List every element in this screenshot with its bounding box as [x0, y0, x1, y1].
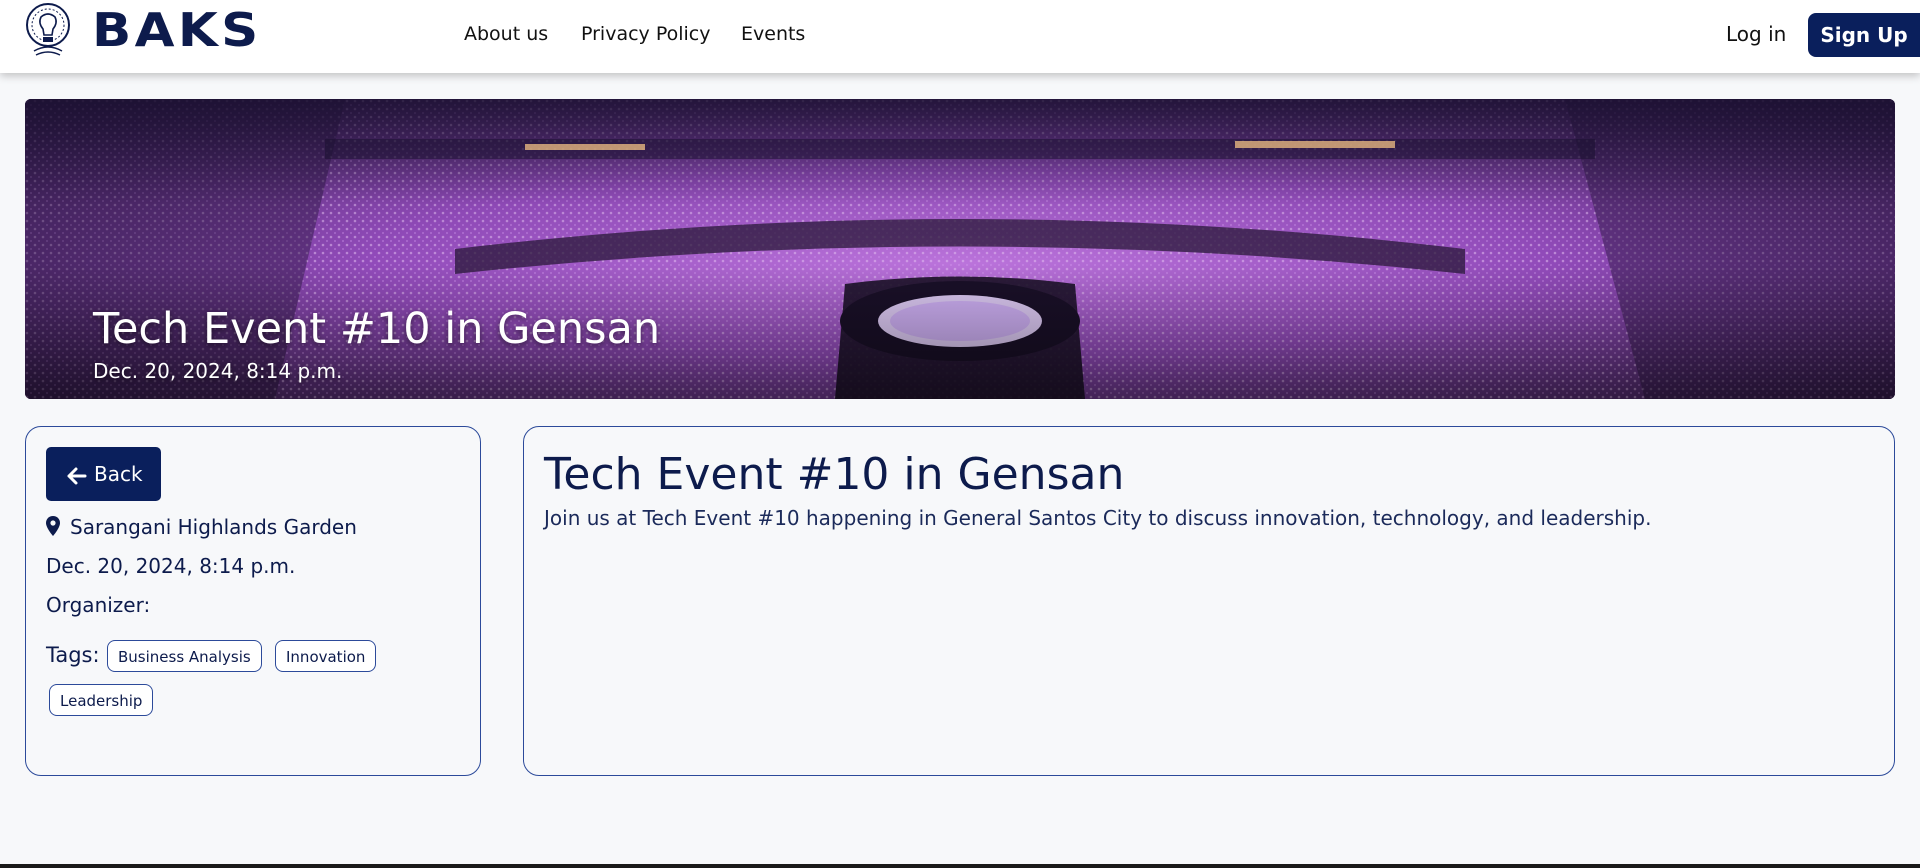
event-description-card: Tech Event #10 in Gensan Join us at Tech… [523, 426, 1895, 776]
event-description: Join us at Tech Event #10 happening in G… [544, 506, 1652, 530]
event-title: Tech Event #10 in Gensan [544, 449, 1125, 500]
back-button[interactable]: Back [46, 447, 161, 501]
nav-events[interactable]: Events [741, 21, 805, 47]
organizer-label: Organizer: [46, 593, 151, 617]
event-location: Sarangani Highlands Garden [46, 513, 357, 541]
brand-logo-text[interactable]: BAKS [92, 0, 262, 60]
event-date: Dec. 20, 2024, 8:14 p.m. [46, 554, 296, 578]
location-text: Sarangani Highlands Garden [70, 515, 357, 539]
nav-about-us[interactable]: About us [464, 21, 548, 47]
hero-banner: Tech Event #10 in Gensan Dec. 20, 2024, … [25, 99, 1895, 399]
back-button-label: Back [94, 462, 143, 486]
nav-privacy-policy[interactable]: Privacy Policy [581, 21, 710, 47]
top-navbar: BAKS About us Privacy Policy Events Log … [0, 0, 1920, 73]
map-pin-icon [46, 516, 60, 536]
tag-leadership[interactable]: Leadership [49, 684, 154, 716]
hero-date: Dec. 20, 2024, 8:14 p.m. [93, 359, 343, 383]
tag-business-analysis[interactable]: Business Analysis [107, 640, 262, 672]
tag-innovation[interactable]: Innovation [275, 640, 377, 672]
signup-button[interactable]: Sign Up [1808, 13, 1920, 57]
logo-emblem[interactable] [22, 1, 74, 59]
footer-edge [0, 864, 1920, 868]
event-details-card: Back Sarangani Highlands Garden Dec. 20,… [25, 426, 481, 776]
login-link[interactable]: Log in [1726, 21, 1786, 47]
arrow-left-icon [67, 467, 87, 484]
tags-label: Tags: [46, 643, 100, 667]
hero-title: Tech Event #10 in Gensan [93, 304, 661, 354]
